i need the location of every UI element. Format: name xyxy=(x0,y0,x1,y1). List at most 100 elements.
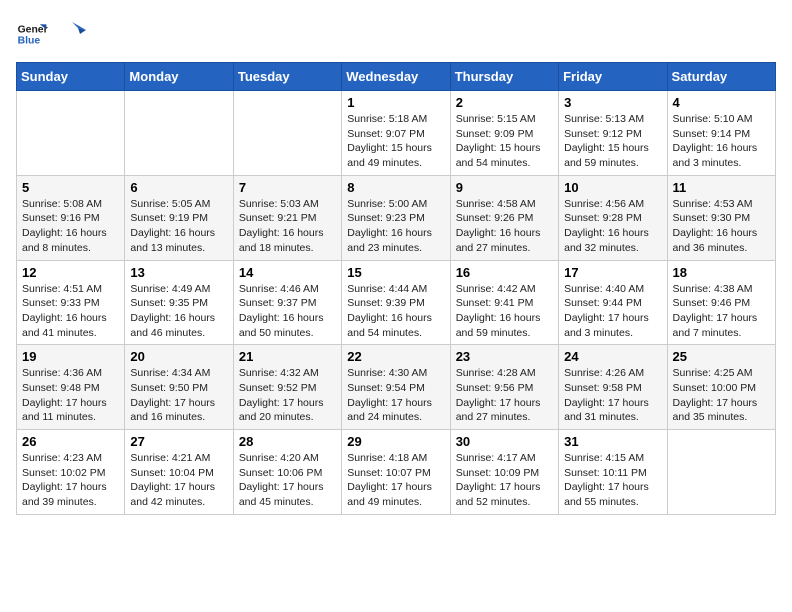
day-number: 3 xyxy=(564,95,661,110)
calendar-week-row: 19 Sunrise: 4:36 AM Sunset: 9:48 PM Dayli… xyxy=(17,345,776,430)
calendar-cell: 5Sunrise: 5:08 AM Sunset: 9:16 PM Daylig… xyxy=(17,175,125,260)
day-number: 1 xyxy=(347,95,444,110)
day-number: 29 xyxy=(347,434,444,449)
calendar-cell: 6 Sunrise: 5:05 AM Sunset: 9:19 PM Daylig… xyxy=(125,175,233,260)
calendar-cell: 23 Sunrise: 4:28 AM Sunset: 9:56 PM Dayli… xyxy=(450,345,558,430)
day-info: Sunrise: 5:13 AM Sunset: 9:12 PM Dayligh… xyxy=(564,112,661,171)
calendar-cell: 14 Sunrise: 4:46 AM Sunset: 9:37 PM Dayli… xyxy=(233,260,341,345)
calendar-cell: 25Sunrise: 4:25 AM Sunset: 10:00 PM Dayl… xyxy=(667,345,775,430)
day-info: Sunrise: 4:58 AM Sunset: 9:26 PM Dayligh… xyxy=(456,197,553,256)
calendar-header-row: SundayMondayTuesdayWednesdayThursdayFrid… xyxy=(17,63,776,91)
day-number: 22 xyxy=(347,349,444,364)
calendar-cell: 26 Sunrise: 4:23 AM Sunset: 10:02 PM Dayl… xyxy=(17,430,125,515)
day-number: 4 xyxy=(673,95,770,110)
day-info: Sunrise: 4:17 AM Sunset: 10:09 PM Daylig… xyxy=(456,451,553,510)
column-header-thursday: Thursday xyxy=(450,63,558,91)
day-info: Sunrise: 4:56 AM Sunset: 9:28 PM Dayligh… xyxy=(564,197,661,256)
day-number: 19 xyxy=(22,349,119,364)
day-info: Sunrise: 4:28 AM Sunset: 9:56 PM Dayligh… xyxy=(456,366,553,425)
calendar-cell: 10Sunrise: 4:56 AM Sunset: 9:28 PM Dayli… xyxy=(559,175,667,260)
day-info: Sunrise: 4:30 AM Sunset: 9:54 PM Dayligh… xyxy=(347,366,444,425)
day-number: 20 xyxy=(130,349,227,364)
calendar-week-row: 1 Sunrise: 5:18 AM Sunset: 9:07 PM Daylig… xyxy=(17,91,776,176)
calendar-cell: 17 Sunrise: 4:40 AM Sunset: 9:44 PM Dayli… xyxy=(559,260,667,345)
calendar-cell xyxy=(125,91,233,176)
day-number: 9 xyxy=(456,180,553,195)
calendar-cell: 11Sunrise: 4:53 AM Sunset: 9:30 PM Dayli… xyxy=(667,175,775,260)
day-info: Sunrise: 5:18 AM Sunset: 9:07 PM Dayligh… xyxy=(347,112,444,171)
day-info: Sunrise: 4:36 AM Sunset: 9:48 PM Dayligh… xyxy=(22,366,119,425)
day-info: Sunrise: 4:26 AM Sunset: 9:58 PM Dayligh… xyxy=(564,366,661,425)
calendar-cell xyxy=(233,91,341,176)
calendar-cell: 8Sunrise: 5:00 AM Sunset: 9:23 PM Daylig… xyxy=(342,175,450,260)
calendar-cell: 24Sunrise: 4:26 AM Sunset: 9:58 PM Dayli… xyxy=(559,345,667,430)
day-number: 28 xyxy=(239,434,336,449)
day-info: Sunrise: 5:05 AM Sunset: 9:19 PM Dayligh… xyxy=(130,197,227,256)
day-number: 17 xyxy=(564,265,661,280)
column-header-tuesday: Tuesday xyxy=(233,63,341,91)
day-info: Sunrise: 4:49 AM Sunset: 9:35 PM Dayligh… xyxy=(130,282,227,341)
day-info: Sunrise: 4:18 AM Sunset: 10:07 PM Daylig… xyxy=(347,451,444,510)
day-number: 7 xyxy=(239,180,336,195)
day-number: 23 xyxy=(456,349,553,364)
day-info: Sunrise: 4:51 AM Sunset: 9:33 PM Dayligh… xyxy=(22,282,119,341)
calendar-cell: 27 Sunrise: 4:21 AM Sunset: 10:04 PM Dayl… xyxy=(125,430,233,515)
day-number: 31 xyxy=(564,434,661,449)
day-info: Sunrise: 4:15 AM Sunset: 10:11 PM Daylig… xyxy=(564,451,661,510)
calendar-cell xyxy=(17,91,125,176)
day-number: 11 xyxy=(673,180,770,195)
day-number: 13 xyxy=(130,265,227,280)
day-info: Sunrise: 4:42 AM Sunset: 9:41 PM Dayligh… xyxy=(456,282,553,341)
day-number: 21 xyxy=(239,349,336,364)
calendar-cell: 19 Sunrise: 4:36 AM Sunset: 9:48 PM Dayli… xyxy=(17,345,125,430)
header: General Blue xyxy=(16,16,776,52)
calendar-cell: 1 Sunrise: 5:18 AM Sunset: 9:07 PM Daylig… xyxy=(342,91,450,176)
day-info: Sunrise: 4:34 AM Sunset: 9:50 PM Dayligh… xyxy=(130,366,227,425)
calendar-cell: 12Sunrise: 4:51 AM Sunset: 9:33 PM Dayli… xyxy=(17,260,125,345)
day-info: Sunrise: 4:21 AM Sunset: 10:04 PM Daylig… xyxy=(130,451,227,510)
calendar-cell: 31 Sunrise: 4:15 AM Sunset: 10:11 PM Dayl… xyxy=(559,430,667,515)
calendar-week-row: 12Sunrise: 4:51 AM Sunset: 9:33 PM Dayli… xyxy=(17,260,776,345)
day-info: Sunrise: 4:32 AM Sunset: 9:52 PM Dayligh… xyxy=(239,366,336,425)
logo-icon: General Blue xyxy=(16,18,48,50)
day-info: Sunrise: 4:38 AM Sunset: 9:46 PM Dayligh… xyxy=(673,282,770,341)
calendar-cell: 22 Sunrise: 4:30 AM Sunset: 9:54 PM Dayli… xyxy=(342,345,450,430)
day-number: 30 xyxy=(456,434,553,449)
day-info: Sunrise: 4:46 AM Sunset: 9:37 PM Dayligh… xyxy=(239,282,336,341)
day-number: 25 xyxy=(673,349,770,364)
column-header-sunday: Sunday xyxy=(17,63,125,91)
day-number: 2 xyxy=(456,95,553,110)
day-info: Sunrise: 4:40 AM Sunset: 9:44 PM Dayligh… xyxy=(564,282,661,341)
day-number: 26 xyxy=(22,434,119,449)
calendar-cell: 15Sunrise: 4:44 AM Sunset: 9:39 PM Dayli… xyxy=(342,260,450,345)
day-info: Sunrise: 4:20 AM Sunset: 10:06 PM Daylig… xyxy=(239,451,336,510)
calendar-cell: 16Sunrise: 4:42 AM Sunset: 9:41 PM Dayli… xyxy=(450,260,558,345)
calendar-cell: 3 Sunrise: 5:13 AM Sunset: 9:12 PM Daylig… xyxy=(559,91,667,176)
day-info: Sunrise: 5:00 AM Sunset: 9:23 PM Dayligh… xyxy=(347,197,444,256)
calendar-body: 1 Sunrise: 5:18 AM Sunset: 9:07 PM Daylig… xyxy=(17,91,776,515)
calendar-week-row: 5Sunrise: 5:08 AM Sunset: 9:16 PM Daylig… xyxy=(17,175,776,260)
calendar-cell: 21 Sunrise: 4:32 AM Sunset: 9:52 PM Dayli… xyxy=(233,345,341,430)
column-header-wednesday: Wednesday xyxy=(342,63,450,91)
calendar-cell: 4 Sunrise: 5:10 AM Sunset: 9:14 PM Daylig… xyxy=(667,91,775,176)
calendar-cell: 2 Sunrise: 5:15 AM Sunset: 9:09 PM Daylig… xyxy=(450,91,558,176)
day-number: 14 xyxy=(239,265,336,280)
calendar-cell: 9 Sunrise: 4:58 AM Sunset: 9:26 PM Daylig… xyxy=(450,175,558,260)
calendar-cell: 30 Sunrise: 4:17 AM Sunset: 10:09 PM Dayl… xyxy=(450,430,558,515)
day-info: Sunrise: 5:15 AM Sunset: 9:09 PM Dayligh… xyxy=(456,112,553,171)
day-number: 6 xyxy=(130,180,227,195)
logo-bird-icon xyxy=(52,16,88,52)
column-header-friday: Friday xyxy=(559,63,667,91)
column-header-saturday: Saturday xyxy=(667,63,775,91)
logo: General Blue xyxy=(16,16,90,52)
calendar-cell: 20 Sunrise: 4:34 AM Sunset: 9:50 PM Dayli… xyxy=(125,345,233,430)
column-header-monday: Monday xyxy=(125,63,233,91)
day-number: 27 xyxy=(130,434,227,449)
day-number: 18 xyxy=(673,265,770,280)
day-info: Sunrise: 4:23 AM Sunset: 10:02 PM Daylig… xyxy=(22,451,119,510)
day-info: Sunrise: 5:10 AM Sunset: 9:14 PM Dayligh… xyxy=(673,112,770,171)
calendar-table: SundayMondayTuesdayWednesdayThursdayFrid… xyxy=(16,62,776,515)
calendar-cell: 13 Sunrise: 4:49 AM Sunset: 9:35 PM Dayli… xyxy=(125,260,233,345)
calendar-cell: 28 Sunrise: 4:20 AM Sunset: 10:06 PM Dayl… xyxy=(233,430,341,515)
calendar-cell: 7Sunrise: 5:03 AM Sunset: 9:21 PM Daylig… xyxy=(233,175,341,260)
